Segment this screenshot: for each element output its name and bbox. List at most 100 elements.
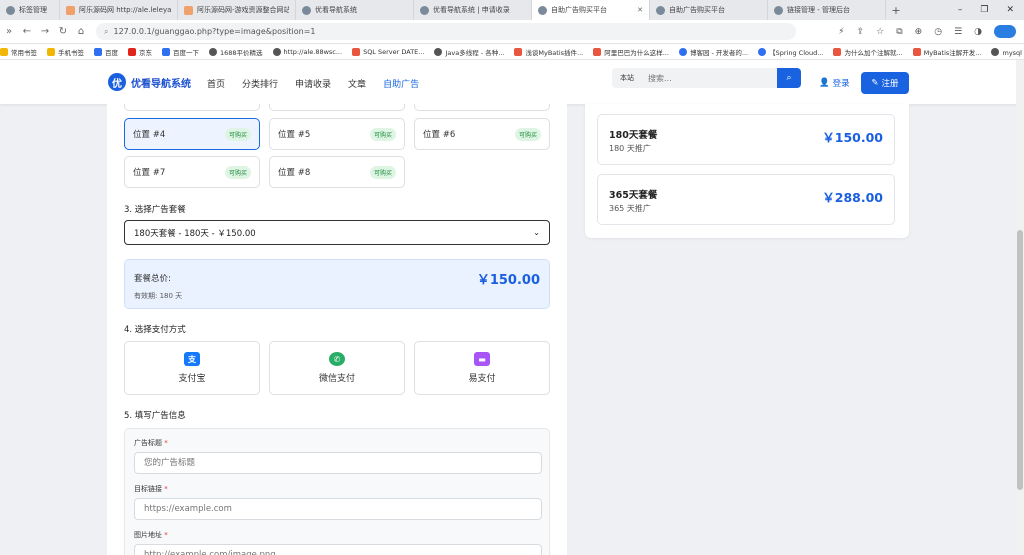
forward-icon[interactable]: → [36, 26, 54, 37]
extensions-icon[interactable]: ⧉ [896, 27, 902, 37]
bolt-icon[interactable]: ⚡ [838, 27, 844, 37]
tab-label: 阿乐源码网-游戏资源整合网站,有... [197, 6, 289, 14]
sidebar-toggle-icon[interactable]: » [0, 26, 18, 37]
baidu-icon [162, 47, 170, 56]
url-text: 127.0.0.1/guanggao.php?type=image&positi… [113, 27, 316, 36]
bookmark-item[interactable]: mysql 中 order... [991, 47, 1024, 57]
url-field[interactable]: ⌕ 127.0.0.1/guanggao.php?type=image&posi… [96, 23, 796, 40]
history-icon[interactable]: ◷ [934, 27, 942, 37]
bookmark-label: 博客园 - 开发者的... [689, 48, 749, 57]
nav-articles[interactable]: 文章 [348, 77, 366, 90]
logo-text: 优看导航系统 [131, 78, 191, 90]
address-bar-row: » ← → ↻ ⌂ ⌕ 127.0.0.1/guanggao.php?type=… [0, 20, 1024, 44]
ad-info-form: 广告标题 * 目标链接 * 图片地址 * [124, 428, 550, 555]
user-icon: 👤 [819, 78, 830, 88]
edit-icon: ✎ [871, 78, 879, 88]
package-select[interactable]: 180天套餐 - 180天 - ￥150.00 ⌄ [124, 220, 550, 245]
position-option-5[interactable]: 位置 #5 可购买 [269, 118, 405, 150]
tab-label: 优看导航系统 | 申请收录 [433, 6, 510, 14]
bookmark-item[interactable]: 博客园 - 开发者的... [678, 47, 749, 57]
tab-label: 自助广告购买平台 [551, 6, 607, 14]
bookmark-item[interactable]: 【Spring Cloud... [758, 47, 823, 57]
bookmarks-bar: 常用书签 手机书签 百度 京东 百度一下 1688平价精选 http://ale… [0, 44, 1024, 60]
bookmark-item[interactable]: 常用书签 [0, 47, 37, 57]
page-scrollbar[interactable] [1016, 60, 1024, 555]
back-icon[interactable]: ← [18, 26, 36, 37]
position-option-stub[interactable] [124, 104, 260, 111]
package-price: ￥288.00 [822, 190, 883, 205]
available-badge: 可购买 [369, 127, 396, 141]
pay-label: 微信支付 [318, 374, 355, 384]
tab-ad-platform-active[interactable]: 自助广告购买平台 ✕ [532, 0, 650, 20]
position-option-7[interactable]: 位置 #7 可购买 [124, 156, 260, 188]
reload-icon[interactable]: ↻ [54, 26, 72, 37]
tab-admin[interactable]: 链接管理 - 管理后台 [768, 0, 886, 20]
close-window-button[interactable]: ✕ [1006, 5, 1014, 15]
star-icon[interactable]: ☆ [876, 27, 884, 37]
bookmark-item[interactable]: 京东 [128, 47, 152, 57]
browser-tab-bar: 标签管理 阿乐源码网 http://ale.leleyangg... 阿乐源码网… [0, 0, 1024, 20]
bookmark-item[interactable]: 为什么加个注解就... [833, 47, 903, 57]
nav-home[interactable]: 首页 [207, 77, 225, 90]
bookmark-item[interactable]: SQL Server DATE... [352, 47, 424, 56]
globe-icon [420, 5, 429, 15]
register-button[interactable]: ✎ 注册 [861, 72, 909, 94]
new-tab-button[interactable]: + [886, 4, 906, 17]
tab-ad-platform[interactable]: 自助广告购买平台 [650, 0, 768, 20]
share-icon[interactable]: ⇪ [857, 27, 865, 37]
bookmark-item[interactable]: 手机书签 [47, 47, 84, 57]
bookmark-item[interactable]: 百度 [94, 47, 118, 57]
search-input[interactable] [642, 68, 777, 88]
package-item-365[interactable]: 365天套餐 365 天推广 ￥288.00 [597, 174, 895, 225]
bookmark-item[interactable]: 浅谈MyBatis插件... [514, 47, 583, 57]
site-logo[interactable]: 优 优看导航系统 [108, 73, 191, 91]
cloud-sync-icon[interactable] [994, 25, 1016, 38]
bookmark-item[interactable]: 阿里巴巴为什么这样... [593, 47, 669, 57]
tab-nav-system[interactable]: 优看导航系统 [296, 0, 414, 20]
cnblogs-icon [758, 47, 767, 56]
home-icon[interactable]: ⌂ [72, 26, 90, 37]
bookmark-item[interactable]: http://ale.88wsc... [272, 47, 342, 56]
package-name: 180天套餐 [609, 130, 658, 141]
position-option-4[interactable]: 位置 #4 可购买 [124, 118, 260, 150]
target-link-input[interactable] [134, 498, 542, 520]
image-url-input[interactable] [134, 544, 542, 555]
search-button[interactable]: ⌕ [777, 68, 801, 88]
pay-epay[interactable]: ▬ 易支付 [414, 341, 550, 395]
section-title-ad-info: 5. 填写广告信息 [124, 411, 186, 421]
package-item-180[interactable]: 180天套餐 180 天推广 ￥150.00 [597, 114, 895, 165]
ad-title-input[interactable] [134, 452, 542, 474]
restore-button[interactable]: ❐ [980, 5, 988, 15]
bookmark-item[interactable]: Java多线程 - 各种... [434, 47, 504, 57]
required-mark: * [164, 439, 168, 447]
nav-ranking[interactable]: 分类排行 [242, 77, 278, 90]
tab-apply[interactable]: 优看导航系统 | 申请收录 [414, 0, 532, 20]
nav-apply[interactable]: 申请收录 [295, 77, 331, 90]
position-label: 位置 #4 [133, 130, 166, 140]
position-option-stub[interactable] [414, 104, 550, 111]
login-link[interactable]: 👤 登录 [819, 77, 850, 89]
tab-ale-1[interactable]: 阿乐源码网 http://ale.leleyangg... [60, 0, 178, 20]
profile-icon[interactable]: ◑ [974, 27, 982, 37]
tab-bookmark-manager[interactable]: 标签管理 [0, 0, 60, 20]
bookmark-item[interactable]: 1688平价精选 [209, 47, 263, 57]
bookmark-item[interactable]: 百度一下 [162, 47, 199, 57]
search-scope[interactable]: 本站 [612, 68, 642, 88]
position-option-stub[interactable] [269, 104, 405, 111]
label-text: 目标链接 [134, 485, 162, 493]
site-header: 优 优看导航系统 首页 分类排行 申请收录 文章 自助广告 本站 ⌕ 👤登录 ✎… [0, 60, 1024, 104]
menu-icon[interactable]: ☰ [954, 27, 962, 37]
close-tab-icon[interactable]: ✕ [637, 6, 643, 14]
bookmark-label: 百度 [105, 48, 118, 57]
nav-self-service-ads[interactable]: 自助广告 [383, 77, 419, 90]
pay-wechat[interactable]: ✆ 微信支付 [269, 341, 405, 395]
minimize-button[interactable]: – [958, 5, 963, 15]
position-label: 位置 #5 [278, 130, 311, 140]
position-option-8[interactable]: 位置 #8 可购买 [269, 156, 405, 188]
tab-ale-2[interactable]: 阿乐源码网-游戏资源整合网站,有... [178, 0, 296, 20]
download-icon[interactable]: ⊕ [915, 27, 923, 37]
scrollbar-thumb[interactable] [1017, 230, 1023, 490]
bookmark-item[interactable]: MyBatis注解开发... [912, 47, 981, 57]
pay-alipay[interactable]: 支 支付宝 [124, 341, 260, 395]
position-option-6[interactable]: 位置 #6 可购买 [414, 118, 550, 150]
